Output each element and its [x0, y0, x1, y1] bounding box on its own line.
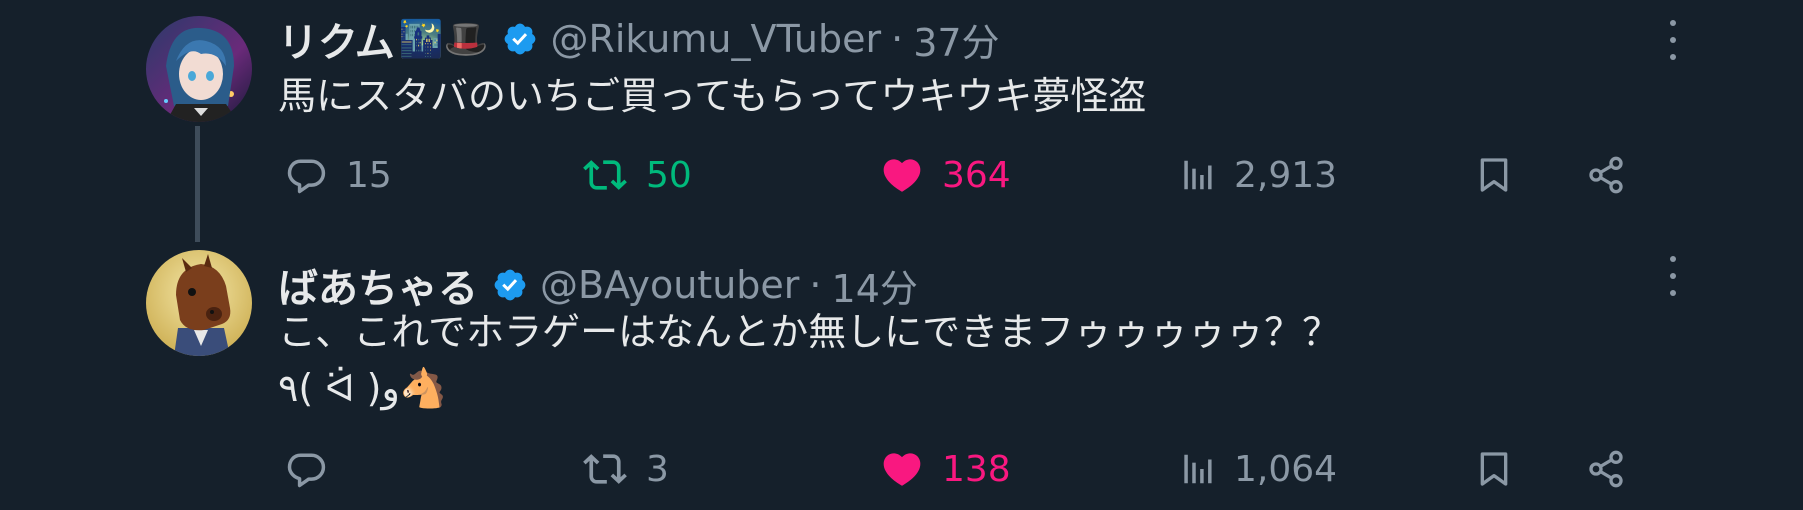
handle[interactable]: @BAyoutuber — [540, 263, 799, 307]
analytics-icon — [1178, 153, 1216, 197]
avatar[interactable] — [146, 250, 252, 356]
tweet-1[interactable]: リクム 🌃🎩 @Rikumu_VTuber · 37分 馬にスタバのいちご買って… — [0, 0, 1803, 240]
bookmark-icon — [1474, 447, 1514, 491]
timestamp[interactable]: 14分 — [832, 258, 918, 313]
share-icon — [1586, 449, 1626, 489]
tweet-header: ばあちゃる @BAyoutuber · 14分 — [278, 258, 918, 313]
timestamp[interactable]: 37分 — [913, 12, 999, 67]
reply-icon — [284, 447, 328, 491]
like-button[interactable]: 364 — [880, 150, 1011, 200]
retweet-count: 3 — [646, 448, 669, 490]
views-button[interactable]: 1,064 — [1178, 444, 1337, 494]
retweet-icon — [582, 153, 628, 197]
retweet-button[interactable]: 3 — [582, 444, 669, 494]
handle[interactable]: @Rikumu_VTuber — [550, 17, 881, 61]
display-name[interactable]: リクム — [278, 10, 395, 68]
heart-icon — [880, 447, 924, 491]
tweet-actions: 3 138 1,064 — [0, 444, 1803, 494]
view-count: 1,064 — [1234, 448, 1338, 490]
like-count: 138 — [942, 448, 1011, 490]
bookmark-button[interactable] — [1474, 150, 1514, 200]
thread-connector-line — [195, 126, 200, 242]
share-icon — [1586, 155, 1626, 195]
reply-button[interactable]: 15 — [284, 150, 392, 200]
view-count: 2,913 — [1234, 154, 1338, 196]
like-button[interactable]: 138 — [880, 444, 1011, 494]
tweet-header: リクム 🌃🎩 @Rikumu_VTuber · 37分 — [278, 12, 1000, 67]
views-button[interactable]: 2,913 — [1178, 150, 1337, 200]
heart-icon — [880, 153, 924, 197]
tweet-text: 馬にスタバのいちご買ってもらってウキウキ夢怪盗 — [278, 74, 1147, 118]
name-emoji: 🌃🎩 — [398, 19, 489, 60]
more-options-icon[interactable] — [1658, 20, 1688, 60]
tweet-text-line-1: こ、これでホラゲーはなんとか無しにできまフゥゥゥゥゥ？？ — [278, 310, 1341, 354]
bookmark-button[interactable] — [1474, 444, 1514, 494]
more-options-icon[interactable] — [1658, 256, 1688, 296]
share-button[interactable] — [1586, 444, 1626, 494]
avatar-horse-mask-image — [146, 250, 252, 356]
avatar-rikumu-image — [146, 16, 252, 122]
reply-button[interactable] — [284, 444, 346, 494]
reply-count: 15 — [346, 154, 392, 196]
retweet-icon — [582, 447, 628, 491]
analytics-icon — [1178, 447, 1216, 491]
reply-icon — [284, 153, 328, 197]
separator-dot: · — [809, 263, 822, 307]
bookmark-icon — [1474, 153, 1514, 197]
avatar[interactable] — [146, 16, 252, 122]
share-button[interactable] — [1586, 150, 1626, 200]
tweet-2[interactable]: ばあちゃる @BAyoutuber · 14分 こ、これでホラゲーはなんとか無し… — [0, 240, 1803, 510]
retweet-count: 50 — [646, 154, 692, 196]
verified-badge-icon — [492, 267, 528, 303]
tweet-text-line-2: ٩( ᐛ )و🐴 — [278, 366, 448, 410]
like-count: 364 — [942, 154, 1011, 196]
retweet-button[interactable]: 50 — [582, 150, 692, 200]
separator-dot: · — [891, 17, 904, 61]
tweet-actions: 15 50 364 2,913 — [0, 150, 1803, 200]
verified-badge-icon — [502, 21, 538, 57]
